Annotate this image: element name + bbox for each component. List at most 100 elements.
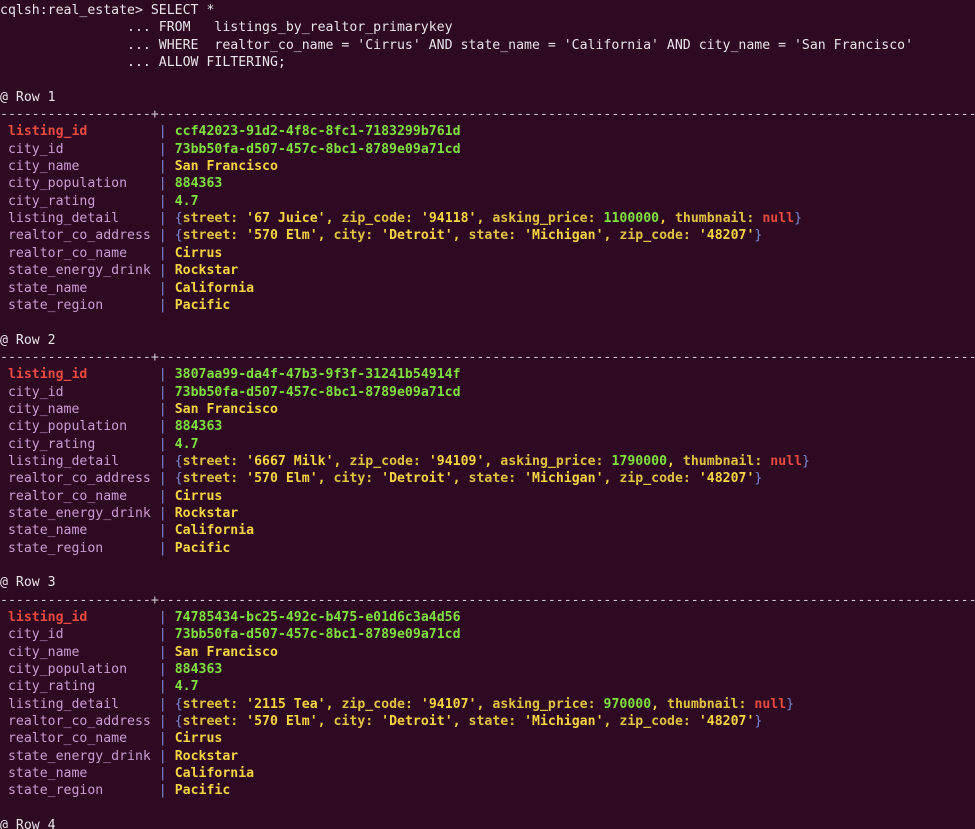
map-comma: , — [325, 211, 342, 227]
map-key-street: street: — [182, 471, 247, 487]
column-pipe: | — [158, 488, 175, 504]
map-key-asking_price: asking_price: — [500, 453, 612, 469]
row-separator-rule: -------------------+--------------------… — [0, 349, 975, 365]
data-row: city_population | 884363 — [0, 661, 975, 678]
map-close-brace: } — [754, 471, 763, 487]
map-key-zip_code: zip_code: — [341, 211, 421, 227]
map-comma: , — [603, 471, 620, 487]
data-row: realtor_co_name | Cirrus — [0, 488, 975, 505]
column-label-city_name: city_name — [0, 644, 159, 660]
map-value-state: 'Michigan' — [524, 228, 604, 244]
value-state_region: Pacific — [174, 783, 231, 799]
column-pipe: | — [158, 731, 175, 747]
map-value-city: 'Detroit' — [381, 714, 453, 730]
column-pipe: | — [158, 211, 175, 227]
terminal-output[interactable]: cqlsh:real_estate> SELECT * ... FROM lis… — [0, 0, 975, 829]
data-row: realtor_co_address | {street: '570 Elm',… — [0, 470, 975, 487]
column-label-realtor_co_name: realtor_co_name — [0, 731, 159, 747]
column-pipe: | — [158, 662, 175, 678]
map-comma: , — [651, 696, 668, 712]
row-separator: -------------------+--------------------… — [0, 106, 975, 123]
column-pipe: | — [158, 505, 175, 521]
map-value-zip_code: '48207' — [698, 228, 755, 244]
map-comma: , — [603, 714, 620, 730]
map-value-zip_code: '94109' — [428, 453, 485, 469]
map-value-asking_price: 970000 — [603, 696, 652, 712]
map-close-brace: } — [754, 228, 763, 244]
map-key-city: city: — [333, 471, 382, 487]
map-open-brace: { — [174, 211, 183, 227]
column-pipe: | — [158, 297, 175, 313]
row-header-label: @ Row 3 — [0, 575, 56, 591]
query-line: cqlsh:real_estate> SELECT * — [0, 2, 975, 19]
map-key-street: street: — [182, 211, 247, 227]
map-comma: , — [476, 211, 493, 227]
row-separator: -------------------+--------------------… — [0, 349, 975, 366]
map-key-thumbnail: thumbnail: — [667, 696, 755, 712]
map-value-thumbnail: null — [754, 696, 787, 712]
data-row: state_energy_drink | Rockstar — [0, 748, 975, 765]
map-open-brace: { — [174, 471, 183, 487]
data-row: state_region | Pacific — [0, 297, 975, 314]
map-comma: , — [667, 453, 683, 469]
column-pipe: | — [158, 540, 175, 556]
map-value-zip_code: '94118' — [420, 211, 477, 227]
data-row: state_energy_drink | Rockstar — [0, 262, 975, 279]
column-label-listing_detail: listing_detail — [0, 453, 159, 469]
column-pipe: | — [158, 523, 175, 539]
data-row: realtor_co_name | Cirrus — [0, 245, 975, 262]
column-label-state_name: state_name — [0, 280, 159, 296]
column-pipe: | — [158, 453, 175, 469]
value-city_name: San Francisco — [174, 159, 278, 175]
value-city_name: San Francisco — [174, 644, 278, 660]
map-key-state: state: — [468, 471, 525, 487]
column-label-realtor_co_address: realtor_co_address — [0, 471, 159, 487]
map-value-street: '570 Elm' — [246, 228, 318, 244]
map-key-state: state: — [468, 228, 525, 244]
data-row: state_name | California — [0, 765, 975, 782]
value-city_id: 73bb50fa-d507-457c-8bc1-8789e09a71cd — [174, 384, 461, 400]
column-label-realtor_co_name: realtor_co_name — [0, 488, 159, 504]
value-state_energy_drink: Rockstar — [174, 505, 239, 521]
map-value-street: '2115 Tea' — [246, 696, 326, 712]
map-key-thumbnail: thumbnail: — [674, 211, 763, 227]
map-comma: , — [317, 714, 334, 730]
value-city_population: 884363 — [174, 662, 223, 678]
data-row: state_region | Pacific — [0, 782, 975, 799]
map-key-city: city: — [333, 714, 382, 730]
value-city_name: San Francisco — [174, 401, 278, 417]
value-realtor_co_name: Cirrus — [174, 731, 223, 747]
column-label-city_population: city_population — [0, 662, 159, 678]
map-key-zip_code: zip_code: — [341, 696, 421, 712]
map-key-zip_code: zip_code: — [619, 228, 699, 244]
data-row: city_rating | 4.7 — [0, 678, 975, 695]
column-label-state_energy_drink: state_energy_drink — [0, 748, 159, 764]
map-open-brace: { — [174, 714, 183, 730]
map-key-street: street: — [182, 714, 247, 730]
column-pipe: | — [158, 384, 175, 400]
map-key-zip_code: zip_code: — [619, 471, 699, 487]
column-pipe: | — [158, 159, 175, 175]
column-pipe: | — [158, 401, 175, 417]
data-row: listing_detail | {street: '6667 Milk', z… — [0, 453, 975, 470]
map-comma: , — [659, 211, 675, 227]
data-row: city_id | 73bb50fa-d507-457c-8bc1-8789e0… — [0, 384, 975, 401]
column-pipe: | — [158, 783, 175, 799]
column-pipe: | — [158, 176, 175, 192]
map-key-zip_code: zip_code: — [619, 714, 699, 730]
data-row: city_population | 884363 — [0, 418, 975, 435]
column-label-city_name: city_name — [0, 401, 159, 417]
data-row: listing_detail | {street: '67 Juice', zi… — [0, 210, 975, 227]
column-pipe: | — [158, 471, 175, 487]
data-row: city_rating | 4.7 — [0, 436, 975, 453]
map-value-thumbnail: null — [762, 211, 795, 227]
value-listing_id: 74785434-bc25-492c-b475-e01d6c3a4d56 — [174, 610, 461, 626]
column-label-realtor_co_address: realtor_co_address — [0, 228, 159, 244]
data-row: city_rating | 4.7 — [0, 193, 975, 210]
map-value-zip_code: '94107' — [420, 696, 477, 712]
data-row: city_name | San Francisco — [0, 401, 975, 418]
map-value-street: '570 Elm' — [246, 714, 318, 730]
query-line-2: FROM listings_by_realtor_primarykey — [150, 20, 453, 36]
